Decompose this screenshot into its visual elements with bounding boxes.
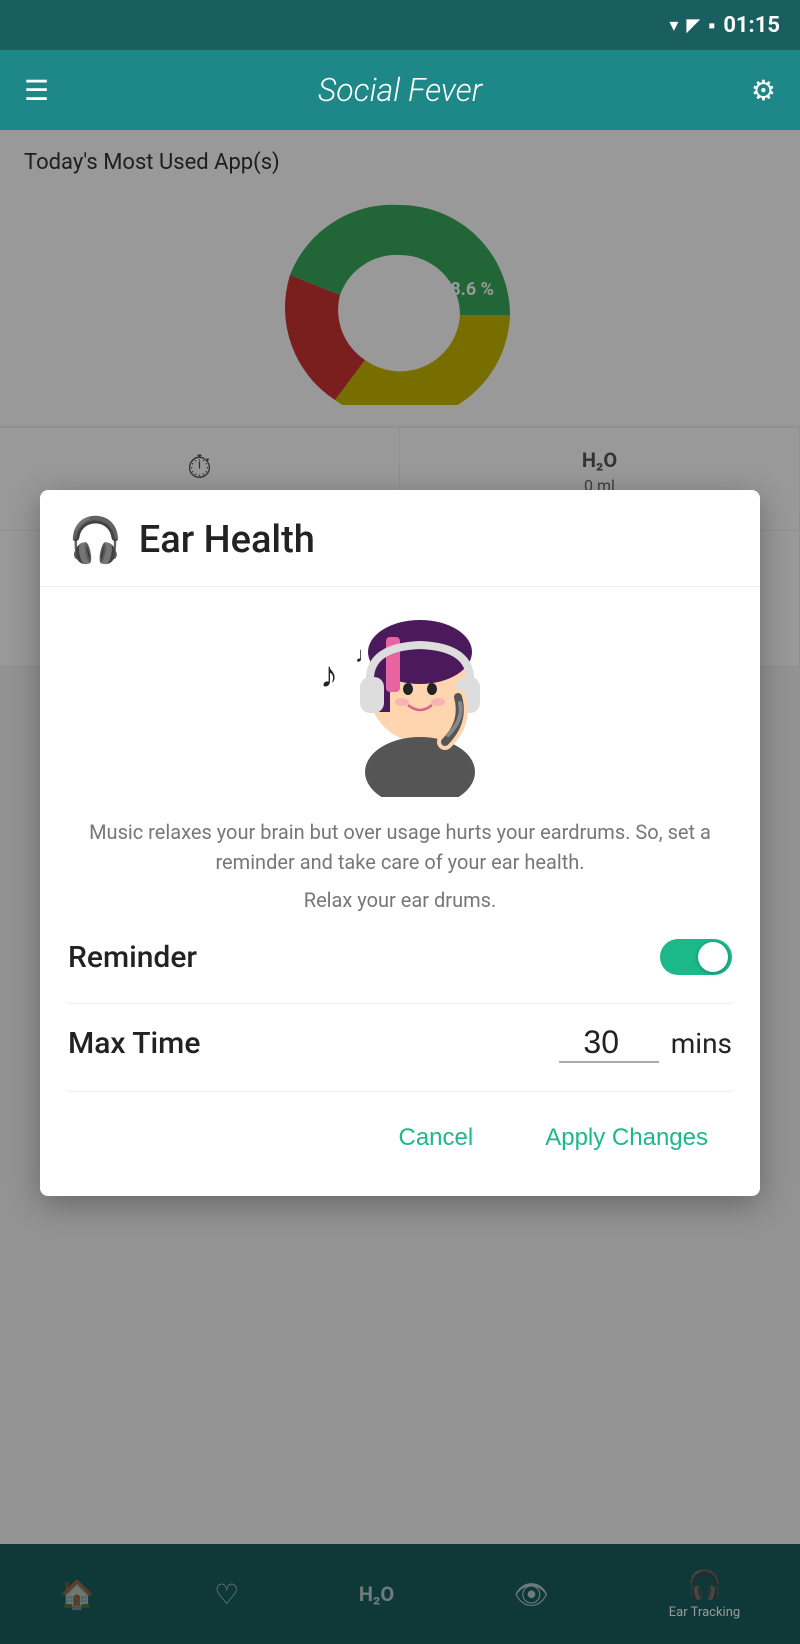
ear-health-header-icon: 🎧 [68, 514, 123, 566]
secondary-description: Relax your ear drums. [68, 885, 732, 915]
dialog-body: ♪ ♩ [40, 587, 760, 1196]
dialog-header: 🎧 Ear Health [40, 490, 760, 587]
dialog-overlay: 🎧 Ear Health ♪ ♩ [0, 130, 800, 1644]
signal-icon: ◤ [686, 15, 700, 36]
status-icons: ▾ ◤ ▪ 01:15 [669, 13, 780, 38]
settings-icon[interactable]: ⚙ [751, 74, 776, 107]
dialog-title: Ear Health [139, 518, 315, 562]
battery-icon: ▪ [708, 13, 715, 38]
reminder-row: Reminder [68, 939, 732, 975]
ear-health-dialog: 🎧 Ear Health ♪ ♩ [40, 490, 760, 1196]
background-content: Today's Most Used App(s) 49.0 % 28.6 % ⏱… [0, 130, 800, 1644]
svg-text:♪: ♪ [320, 654, 338, 696]
illustration-container: ♪ ♩ [68, 607, 732, 797]
status-time: 01:15 [723, 13, 780, 38]
dialog-divider [68, 1003, 732, 1004]
girl-illustration: ♪ ♩ [290, 607, 510, 797]
hamburger-menu-icon[interactable]: ☰ [24, 74, 49, 107]
max-time-label: Max Time [68, 1026, 559, 1061]
wifi-icon: ▾ [669, 15, 678, 36]
status-bar: ▾ ◤ ▪ 01:15 [0, 0, 800, 50]
max-time-input[interactable] [559, 1024, 659, 1063]
description-text: Music relaxes your brain but over usage … [68, 817, 732, 915]
primary-description: Music relaxes your brain but over usage … [89, 820, 711, 874]
app-bar: ☰ Social Fever ⚙ [0, 50, 800, 130]
actions-divider [68, 1091, 732, 1092]
cancel-button[interactable]: Cancel [383, 1112, 490, 1164]
app-title: Social Fever [318, 71, 482, 109]
reminder-toggle[interactable] [660, 939, 732, 975]
time-unit: mins [671, 1027, 732, 1060]
reminder-label: Reminder [68, 940, 197, 975]
dialog-actions: Cancel Apply Changes [68, 1112, 732, 1172]
max-time-row: Max Time mins [68, 1024, 732, 1063]
apply-changes-button[interactable]: Apply Changes [529, 1112, 724, 1164]
toggle-knob [698, 942, 728, 972]
